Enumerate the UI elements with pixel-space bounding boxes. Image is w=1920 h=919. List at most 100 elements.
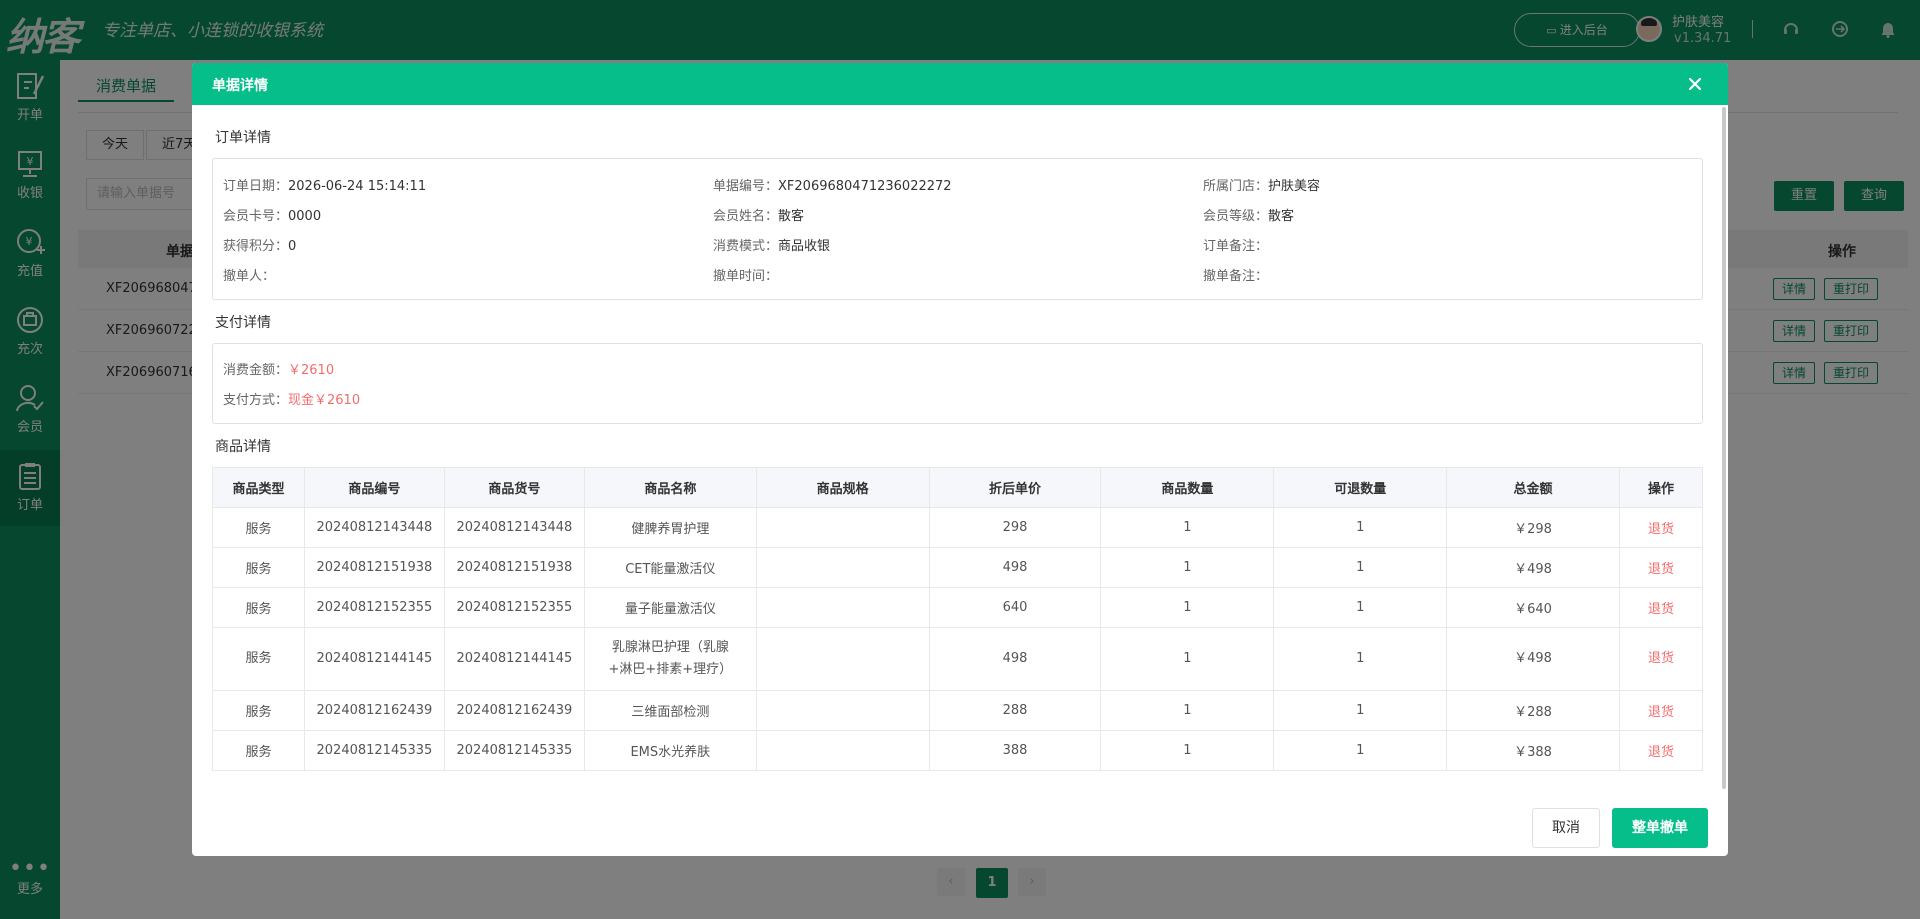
return-cell: 退货 <box>1619 507 1703 548</box>
field-label: 撤单备注： <box>1203 269 1269 284</box>
return-goods-link[interactable]: 退货 <box>1648 522 1674 537</box>
goods-name-line: +淋巴+排素+理疗） <box>608 662 733 677</box>
card-number-field: 会员卡号：0000 <box>223 205 321 224</box>
goods-name: 量子能量激活仪 <box>583 587 757 628</box>
goods-qty: 1 <box>1100 587 1275 628</box>
table-row: 服务 20240812144145 20240812144145 乳腺淋巴护理（… <box>212 627 1703 691</box>
goods-sku: 20240812162439 <box>443 690 585 731</box>
return-goods-link[interactable]: 退货 <box>1648 602 1674 617</box>
goods-type: 服务 <box>212 587 305 628</box>
goods-total: ￥288 <box>1446 690 1620 731</box>
column-header: 商品名称 <box>583 467 757 508</box>
return-goods-link[interactable]: 退货 <box>1648 745 1674 760</box>
goods-spec <box>755 547 930 588</box>
goods-refundable: 1 <box>1273 730 1448 771</box>
goods-total: ￥640 <box>1446 587 1620 628</box>
goods-total: ￥498 <box>1446 547 1620 588</box>
goods-code: 20240812145335 <box>303 730 445 771</box>
field-value: 2026-06-24 15:14:11 <box>288 179 427 194</box>
goods-total: ￥298 <box>1446 507 1620 548</box>
column-header: 商品货号 <box>443 467 585 508</box>
cancel-button[interactable]: 取消 <box>1532 808 1600 848</box>
order-number-field: 单据编号：XF2069680471236022272 <box>713 175 952 194</box>
void-remark-field: 撤单备注： <box>1203 265 1268 284</box>
field-label: 单据编号： <box>713 179 779 194</box>
field-value: XF2069680471236022272 <box>778 179 952 194</box>
return-goods-link[interactable]: 退货 <box>1648 651 1674 666</box>
section-title-payment: 支付详情 <box>215 315 271 331</box>
section-title-order: 订单详情 <box>215 130 271 146</box>
consumption-mode-field: 消费模式：商品收银 <box>713 235 830 254</box>
goods-code: 20240812151938 <box>303 547 445 588</box>
goods-sku: 20240812145335 <box>443 730 585 771</box>
field-label: 会员卡号： <box>223 209 289 224</box>
store-field: 所属门店：护肤美容 <box>1203 175 1320 194</box>
goods-spec <box>755 690 930 731</box>
field-label: 订单日期： <box>223 179 289 194</box>
return-cell: 退货 <box>1619 587 1703 628</box>
field-label: 订单备注： <box>1203 239 1269 254</box>
field-label: 消费模式： <box>713 239 779 254</box>
goods-refundable: 1 <box>1273 627 1448 691</box>
goods-total: ￥498 <box>1446 627 1620 691</box>
goods-spec <box>755 730 930 771</box>
goods-spec <box>755 507 930 548</box>
field-value: 现金￥2610 <box>288 393 361 408</box>
member-level-field: 会员等级：散客 <box>1203 205 1294 224</box>
field-label: 会员等级： <box>1203 209 1269 224</box>
goods-name: EMS水光养肤 <box>583 730 757 771</box>
column-header: 操作 <box>1619 467 1703 508</box>
goods-sku: 20240812143448 <box>443 507 585 548</box>
goods-sku: 20240812152355 <box>443 587 585 628</box>
goods-total: ￥388 <box>1446 730 1620 771</box>
column-header: 商品类型 <box>212 467 305 508</box>
void-order-button[interactable]: 整单撤单 <box>1612 808 1708 848</box>
column-header: 商品规格 <box>755 467 930 508</box>
column-header: 商品编号 <box>303 467 445 508</box>
section-title-goods: 商品详情 <box>215 439 271 455</box>
dialog-scrollbar[interactable] <box>1722 107 1726 789</box>
table-row: 服务 20240812151938 20240812151938 CET能量激活… <box>212 547 1703 588</box>
goods-table: 商品类型 商品编号 商品货号 商品名称 商品规格 折后单价 商品数量 可退数量 … <box>212 467 1703 771</box>
return-goods-link[interactable]: 退货 <box>1648 562 1674 577</box>
close-icon[interactable] <box>1684 73 1706 95</box>
column-header: 总金额 <box>1446 467 1620 508</box>
return-cell: 退货 <box>1619 627 1703 691</box>
field-label: 所属门店： <box>1203 179 1269 194</box>
goods-spec <box>755 587 930 628</box>
goods-qty: 1 <box>1100 730 1275 771</box>
goods-price: 288 <box>928 690 1102 731</box>
order-detail-dialog: 单据详情 订单详情 订单日期：2026-06-24 15:14:11 单据编号：… <box>192 63 1728 856</box>
return-goods-link[interactable]: 退货 <box>1648 705 1674 720</box>
goods-price: 498 <box>928 627 1102 691</box>
goods-name-line: 乳腺淋巴护理（乳腺 <box>611 640 729 655</box>
goods-sku: 20240812144145 <box>443 627 585 691</box>
goods-code: 20240812162439 <box>303 690 445 731</box>
goods-spec <box>755 627 930 691</box>
goods-type: 服务 <box>212 507 305 548</box>
goods-price: 298 <box>928 507 1102 548</box>
goods-code: 20240812152355 <box>303 587 445 628</box>
field-value: 0000 <box>288 209 322 224</box>
goods-refundable: 1 <box>1273 587 1448 628</box>
goods-code: 20240812144145 <box>303 627 445 691</box>
field-value: 商品收银 <box>778 239 831 254</box>
payment-method-field: 支付方式：现金￥2610 <box>223 389 360 408</box>
column-header: 商品数量 <box>1100 467 1275 508</box>
goods-name: 健脾养胃护理 <box>583 507 757 548</box>
goods-type: 服务 <box>212 690 305 731</box>
table-row: 服务 20240812145335 20240812145335 EMS水光养肤… <box>212 730 1703 771</box>
goods-type: 服务 <box>212 730 305 771</box>
goods-name: 乳腺淋巴护理（乳腺 +淋巴+排素+理疗） <box>583 627 757 691</box>
field-value: 散客 <box>778 209 805 224</box>
return-cell: 退货 <box>1619 730 1703 771</box>
field-label: 消费金额： <box>223 363 289 378</box>
goods-price: 640 <box>928 587 1102 628</box>
field-label: 撤单人： <box>223 269 276 284</box>
field-label: 获得积分： <box>223 239 289 254</box>
amount-field: 消费金额：￥2610 <box>223 359 334 378</box>
table-row: 服务 20240812152355 20240812152355 量子能量激活仪… <box>212 587 1703 628</box>
goods-name: CET能量激活仪 <box>583 547 757 588</box>
member-name-field: 会员姓名：散客 <box>713 205 804 224</box>
order-remark-field: 订单备注： <box>1203 235 1268 254</box>
